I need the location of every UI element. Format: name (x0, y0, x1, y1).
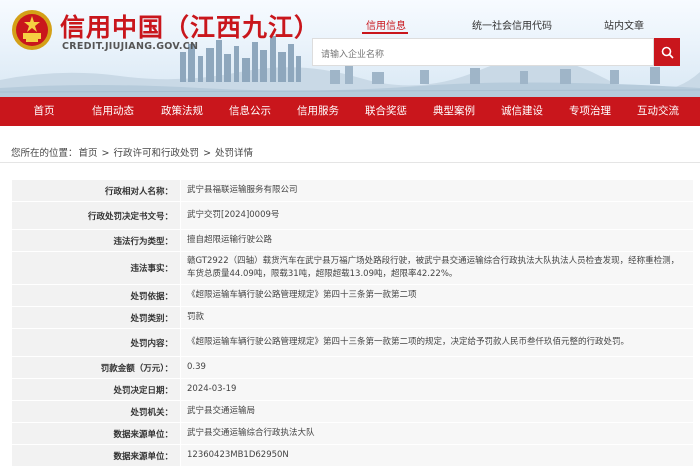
row-value: 12360423MB1D62950N (180, 444, 694, 467)
table-row: 处罚类别： 罚款 (11, 306, 694, 329)
row-value: 武宁县福联运输服务有限公司 (180, 179, 694, 202)
table-row: 处罚决定日期： 2024-03-19 (11, 378, 694, 401)
nav-home[interactable]: 首页 (10, 97, 78, 126)
row-value: 赣GT2922（四轴）载货汽车在武宁县万福广场处路段行驶，被武宁县交通运输综合行… (180, 251, 694, 285)
row-label: 罚款金额（万元）： (11, 356, 181, 379)
table-row: 处罚内容： 《超限运输车辆行驶公路管理规定》第四十三条第一款第二项的规定，决定给… (11, 328, 694, 357)
row-label: 行政处罚决定书文号： (11, 201, 181, 230)
row-label: 处罚内容： (11, 328, 181, 357)
divider (0, 162, 700, 163)
topnav-site-articles[interactable]: 站内文章 (604, 17, 644, 32)
row-label: 处罚依据： (11, 284, 181, 307)
row-label: 违法事实： (11, 251, 181, 285)
nav-info-disclosure[interactable]: 信息公示 (216, 97, 284, 126)
row-value: 《超限运输车辆行驶公路管理规定》第四十三条第一款第二项 (180, 284, 694, 307)
topnav-unified-code[interactable]: 统一社会信用代码 (472, 17, 552, 32)
breadcrumb-separator: > (98, 148, 113, 159)
row-label: 处罚类别： (11, 306, 181, 329)
row-value: 武宁县交通运输综合行政执法大队 (180, 422, 694, 445)
breadcrumb-prefix: 您所在的位置： (11, 148, 78, 159)
breadcrumb-section[interactable]: 行政许可和行政处罚 (114, 148, 200, 159)
site-domain: CREDIT.JIUJIANG.GOV.CN (62, 41, 199, 52)
breadcrumb: 您所在的位置：首页 > 行政许可和行政处罚 > 处罚详情 (11, 145, 254, 159)
topnav-credit-info[interactable]: 信用信息 (366, 17, 406, 32)
topnav-active-indicator (362, 32, 408, 34)
search-button[interactable] (654, 38, 680, 66)
nav-joint-rewards[interactable]: 联合奖惩 (352, 97, 420, 126)
breadcrumb-separator: > (200, 148, 215, 159)
row-value: 罚款 (180, 306, 694, 329)
table-row: 违法行为类型： 擅自超限运输行驶公路 (11, 229, 694, 252)
nav-interaction[interactable]: 互动交流 (624, 97, 692, 126)
table-row: 处罚依据： 《超限运输车辆行驶公路管理规定》第四十三条第一款第二项 (11, 284, 694, 307)
nav-special-governance[interactable]: 专项治理 (556, 97, 624, 126)
main-nav: 首页 信用动态 政策法规 信息公示 信用服务 联合奖惩 典型案例 诚信建设 专项… (0, 97, 700, 126)
table-row: 行政相对人名称： 武宁县福联运输服务有限公司 (11, 179, 694, 202)
search-icon (661, 46, 674, 59)
row-label: 数据来源单位： (11, 444, 181, 467)
row-value: 《超限运输车辆行驶公路管理规定》第四十三条第一款第二项的规定，决定给予罚款人民币… (180, 328, 694, 357)
nav-integrity-building[interactable]: 诚信建设 (488, 97, 556, 126)
nav-credit-service[interactable]: 信用服务 (284, 97, 352, 126)
table-row: 罚款金额（万元）： 0.39 (11, 356, 694, 379)
table-row: 数据来源单位： 12360423MB1D62950N (11, 444, 694, 467)
nav-credit-news[interactable]: 信用动态 (79, 97, 147, 126)
search-input[interactable]: 请输入企业名称 (312, 38, 654, 66)
site-header: 信用中国（江西九江） CREDIT.JIUJIANG.GOV.CN 信用信息 统… (0, 0, 700, 97)
row-label: 违法行为类型： (11, 229, 181, 252)
row-value: 2024-03-19 (180, 378, 694, 401)
row-value: 武宁交罚[2024]0009号 (180, 201, 694, 230)
row-label: 处罚决定日期： (11, 378, 181, 401)
table-row: 处罚机关： 武宁县交通运输局 (11, 400, 694, 423)
row-value: 武宁县交通运输局 (180, 400, 694, 423)
breadcrumb-home[interactable]: 首页 (79, 148, 98, 159)
top-nav: 信用信息 统一社会信用代码 站内文章 (0, 17, 700, 32)
table-row: 数据来源单位： 武宁县交通运输综合行政执法大队 (11, 422, 694, 445)
table-row: 行政处罚决定书文号： 武宁交罚[2024]0009号 (11, 201, 694, 230)
row-label: 行政相对人名称： (11, 179, 181, 202)
breadcrumb-current: 处罚详情 (215, 148, 254, 159)
row-label: 处罚机关： (11, 400, 181, 423)
nav-typical-cases[interactable]: 典型案例 (420, 97, 488, 126)
row-label: 数据来源单位： (11, 422, 181, 445)
row-value: 0.39 (180, 356, 694, 379)
row-value: 擅自超限运输行驶公路 (180, 229, 694, 252)
table-row: 违法事实： 赣GT2922（四轴）载货汽车在武宁县万福广场处路段行驶，被武宁县交… (11, 251, 694, 285)
nav-policies[interactable]: 政策法规 (148, 97, 216, 126)
penalty-detail-table: 行政相对人名称： 武宁县福联运输服务有限公司 行政处罚决定书文号： 武宁交罚[2… (11, 179, 694, 467)
